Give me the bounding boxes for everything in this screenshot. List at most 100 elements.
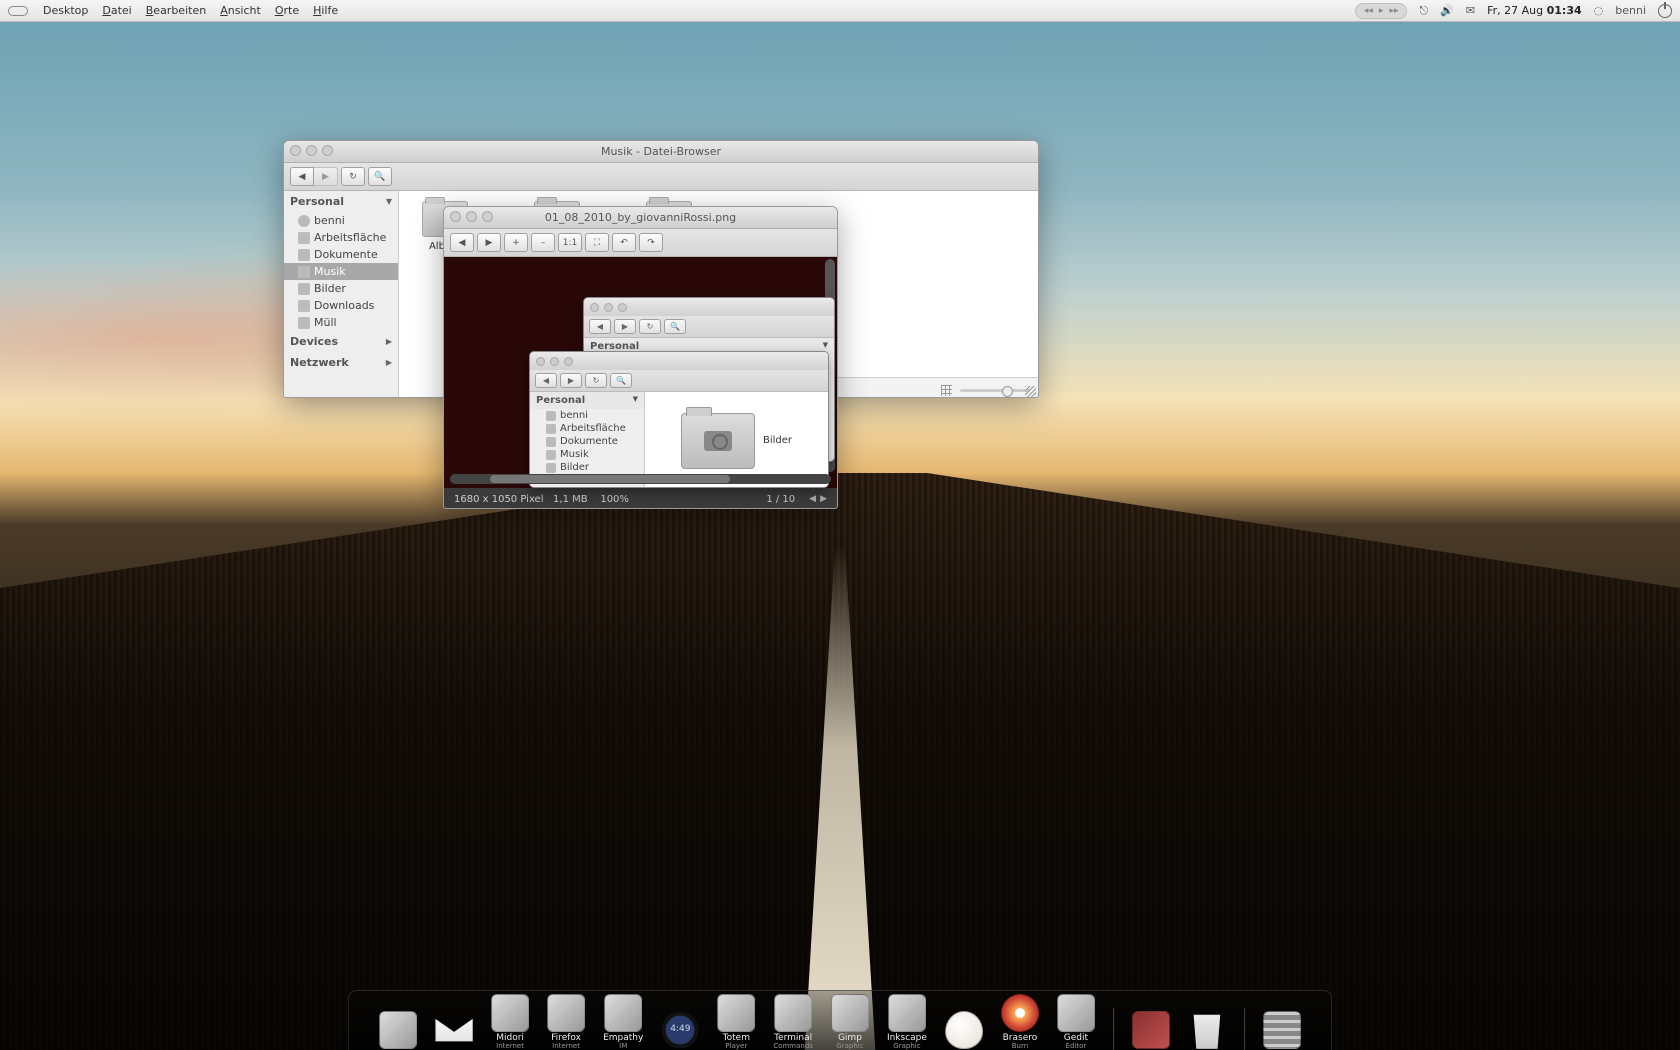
sidebar-item-downloads[interactable]: Downloads [284, 297, 398, 314]
sidebar-item-pictures[interactable]: Bilder [284, 280, 398, 297]
reload-icon: ↻ [639, 319, 661, 334]
close-button[interactable] [290, 145, 301, 156]
list-item: Bilder [530, 461, 644, 474]
zoom-actual-button[interactable]: 1:1 [558, 233, 582, 252]
rotate-right-button[interactable]: ↷ [639, 233, 663, 252]
sidebar-section-devices[interactable]: Devices▶ [284, 331, 398, 352]
back-button[interactable]: ◀ [290, 167, 314, 186]
documents-icon [298, 249, 310, 261]
dock-item-totem[interactable]: TotemPlayer [717, 994, 755, 1050]
brasero-icon [1001, 994, 1039, 1032]
dock-item-trash[interactable] [1188, 1011, 1226, 1050]
dock-item-gedit[interactable]: GeditEditor [1057, 994, 1095, 1050]
horizontal-scrollbar[interactable] [450, 474, 831, 484]
menu-places[interactable]: Orte [268, 4, 306, 17]
search-button[interactable]: 🔍 [368, 167, 392, 186]
dock-item-gimp[interactable]: GimpGraphic [831, 994, 869, 1050]
dock-item-mail[interactable] [435, 1011, 473, 1050]
dock-separator [1113, 1008, 1114, 1050]
forward-button[interactable]: ▶ [314, 167, 338, 186]
dock-item-empathy[interactable]: EmpathyIM [603, 994, 643, 1050]
desktop-icon [546, 424, 556, 434]
user-status-icon[interactable]: ◌ [1594, 4, 1604, 17]
file-browser-toolbar: ◀ ▶ ↻ 🔍 [284, 163, 1038, 191]
dock-item-terminal[interactable]: TerminalCommands [773, 994, 813, 1050]
next-image-button[interactable]: ▶ [477, 233, 501, 252]
dock-item-brasero[interactable]: BraseroBurn [1001, 994, 1039, 1050]
desktop-icon [298, 232, 310, 244]
app-menu-icon[interactable] [8, 6, 28, 16]
window-titlebar[interactable]: 01_08_2010_by_giovanniRossi.png [444, 207, 837, 229]
dock-item-nautilus[interactable] [379, 1011, 417, 1050]
menu-view[interactable]: Ansicht [213, 4, 268, 17]
gimp-icon [831, 994, 869, 1032]
dock-item-egg[interactable] [945, 1011, 983, 1050]
window-titlebar[interactable]: Musik - Datei-Browser [284, 141, 1038, 163]
sidebar-item-documents[interactable]: Dokumente [284, 246, 398, 263]
menu-edit[interactable]: Bearbeiten [139, 4, 213, 17]
egg-icon [945, 1011, 983, 1049]
prev-icon[interactable]: ◀ [809, 494, 816, 504]
back-icon: ◀ [589, 319, 611, 334]
music-icon [546, 450, 556, 460]
minimize-button[interactable] [306, 145, 317, 156]
reload-button[interactable]: ↻ [341, 167, 365, 186]
menu-app[interactable]: Desktop [36, 4, 95, 17]
volume-icon[interactable]: 🔊 [1440, 4, 1454, 17]
list-item: Arbeitsfläche [530, 422, 644, 435]
zoom-in-button[interactable]: + [504, 233, 528, 252]
folder-label: Bilder [763, 435, 792, 446]
dock-item-inkscape[interactable]: InkscapeGraphic [887, 994, 927, 1050]
dock-item-running-1[interactable] [1132, 1011, 1170, 1050]
user-icon [298, 215, 310, 227]
close-button[interactable] [450, 211, 461, 222]
zoom-slider[interactable] [960, 389, 1030, 392]
menu-help[interactable]: Hilfe [306, 4, 345, 17]
mail-icon [435, 1011, 473, 1049]
user-menu[interactable]: benni [1615, 4, 1646, 17]
sidebar-item-desktop[interactable]: Arbeitsfläche [284, 229, 398, 246]
maximize-button[interactable] [482, 211, 493, 222]
clock[interactable]: Fr, 27 Aug 01:34 [1487, 4, 1582, 17]
sidebar-section-network[interactable]: Netzwerk▶ [284, 352, 398, 373]
viewer-toolbar: ◀ ▶ + – 1:1 ⛶ ↶ ↷ [444, 229, 837, 257]
mail-icon[interactable]: ✉ [1466, 4, 1475, 17]
dock-item-clock[interactable] [661, 1011, 699, 1050]
dock-item-menu[interactable] [1263, 1011, 1301, 1050]
menu-icon [1263, 1011, 1301, 1049]
icon-view-button[interactable] [941, 385, 952, 396]
viewer-statusbar: 1680 x 1050 Pixel 1,1 MB 100% 1 / 10 ◀▶ [444, 488, 837, 509]
user-icon [546, 411, 556, 421]
sidebar-item-benni[interactable]: benni [284, 212, 398, 229]
dock-item-midori[interactable]: MidoriInternet [491, 994, 529, 1050]
maximize-button[interactable] [322, 145, 333, 156]
preview-window-front: ◀ ▶ ↻ 🔍 Personal▼ benni Arbeitsfläche Do… [529, 351, 829, 488]
rotate-left-button[interactable]: ↶ [612, 233, 636, 252]
top-panel: Desktop Datei Bearbeiten Ansicht Orte Hi… [0, 0, 1680, 22]
camera-icon [704, 431, 732, 451]
minimize-button[interactable] [466, 211, 477, 222]
sidebar-item-music[interactable]: Musik [284, 263, 398, 280]
media-controls[interactable]: ◂◂▸▸▸ [1355, 3, 1408, 19]
clock-icon [661, 1011, 699, 1049]
image-filesize: 1,1 MB [553, 494, 588, 505]
zoom-fit-button[interactable]: ⛶ [585, 233, 609, 252]
prev-image-button[interactable]: ◀ [450, 233, 474, 252]
image-viewer-window[interactable]: 01_08_2010_by_giovanniRossi.png ◀ ▶ + – … [443, 206, 838, 509]
power-icon[interactable] [1658, 4, 1672, 18]
sidebar-item-trash[interactable]: Müll [284, 314, 398, 331]
menu-file[interactable]: Datei [95, 4, 138, 17]
indicator-icon[interactable]: ⎋ [1419, 4, 1428, 18]
search-icon: 🔍 [664, 319, 686, 334]
terminal-icon [774, 994, 812, 1032]
back-icon: ◀ [535, 373, 557, 388]
documents-icon [546, 437, 556, 447]
dock-item-firefox[interactable]: FirefoxInternet [547, 994, 585, 1050]
next-icon[interactable]: ▶ [820, 494, 827, 504]
gedit-icon [1057, 994, 1095, 1032]
totem-icon [717, 994, 755, 1032]
resize-grip[interactable] [1025, 386, 1036, 397]
zoom-out-button[interactable]: – [531, 233, 555, 252]
sidebar-section-personal[interactable]: Personal▼ [284, 191, 398, 212]
image-canvas[interactable]: ◀ ▶ ↻ 🔍 Personal▼ ◀ ▶ ↻ 🔍 Pers [444, 257, 837, 488]
